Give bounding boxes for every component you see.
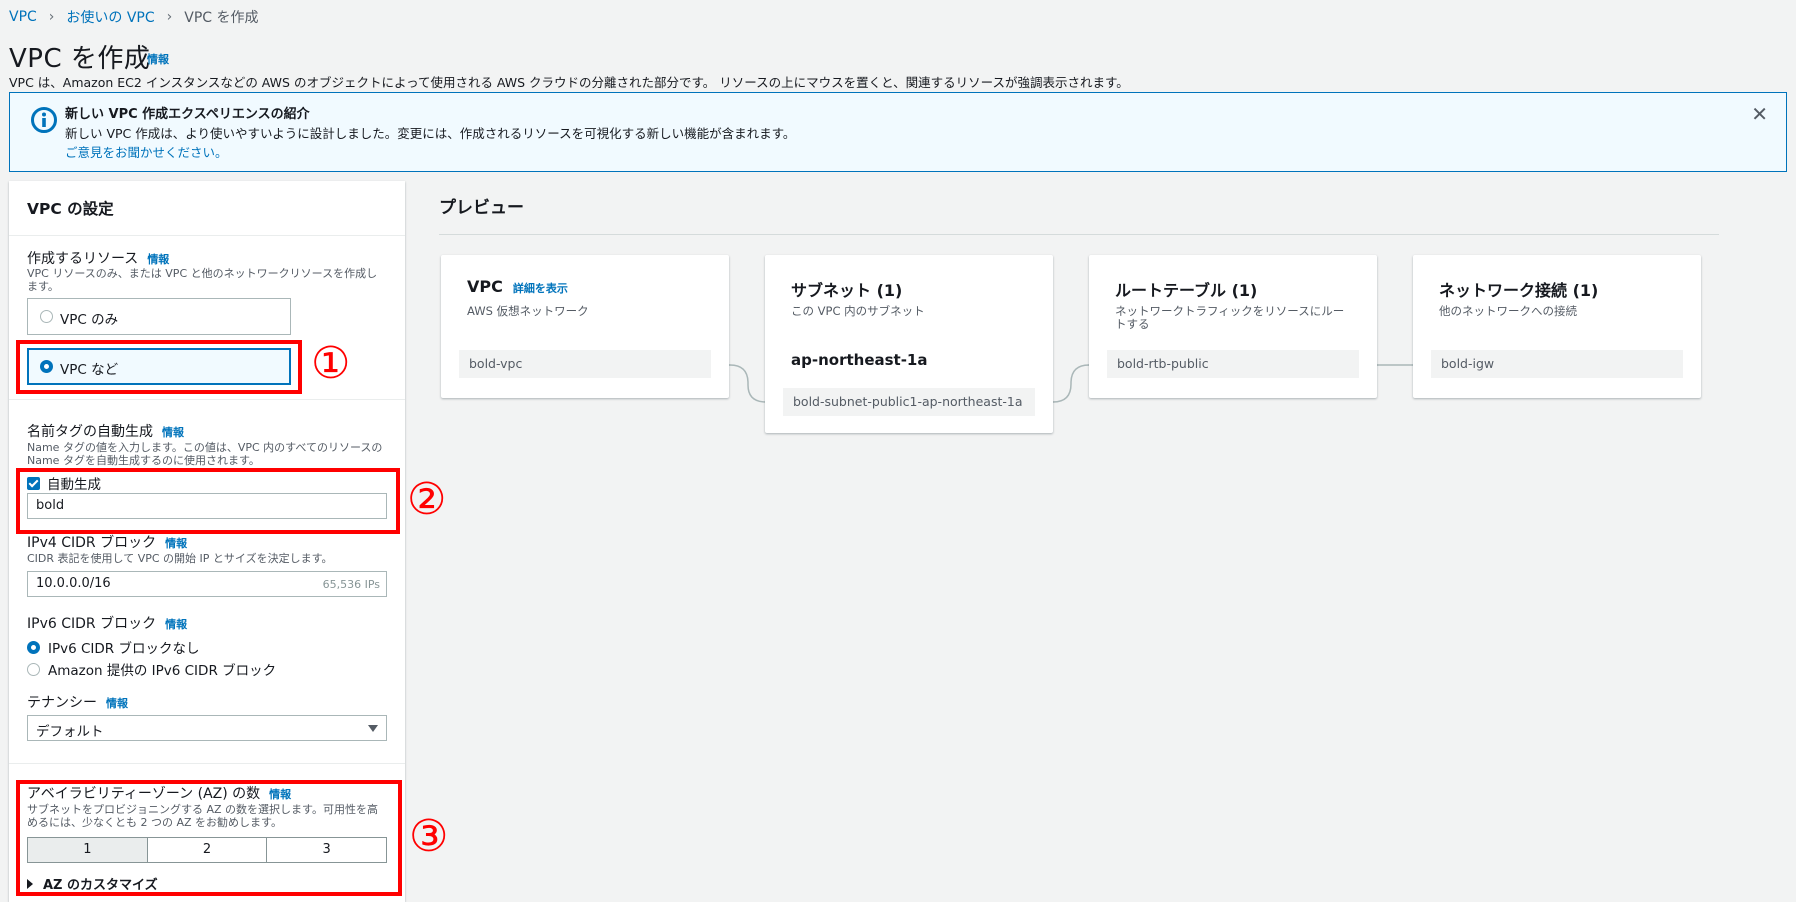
card-description: 他のネットワークへの接続 [1439, 304, 1577, 318]
card-title: ルートテーブル (1) [1115, 281, 1258, 300]
preview-card-network-connections: ネットワーク接続 (1) 他のネットワークへの接続 bold-igw [1413, 255, 1701, 398]
show-details-link[interactable]: 詳細を表示 [513, 282, 568, 295]
card-title: VPC 詳細を表示 [467, 277, 568, 296]
preview-card-vpc: VPC 詳細を表示 AWS 仮想ネットワーク bold-vpc [441, 255, 729, 398]
card-description: ネットワークトラフィックをリソースにルートする [1115, 304, 1345, 331]
connector-lines [711, 364, 1433, 403]
card-description: この VPC 内のサブネット [791, 304, 925, 318]
preview-card-route-table: ルートテーブル (1) ネットワークトラフィックをリソースにルートする bold… [1089, 255, 1377, 398]
subnet-az-group: ap-northeast-1a [791, 351, 928, 369]
resource-vpc[interactable]: bold-vpc [459, 350, 711, 378]
card-description: AWS 仮想ネットワーク [467, 304, 589, 318]
resource-route-table[interactable]: bold-rtb-public [1107, 350, 1359, 378]
resource-igw[interactable]: bold-igw [1431, 350, 1683, 378]
resource-subnet[interactable]: bold-subnet-public1-ap-northeast-1a [783, 388, 1035, 416]
card-title: サブネット (1) [791, 281, 903, 300]
preview-card-subnet: サブネット (1) この VPC 内のサブネット ap-northeast-1a… [765, 255, 1053, 433]
card-title: ネットワーク接続 (1) [1439, 281, 1599, 300]
